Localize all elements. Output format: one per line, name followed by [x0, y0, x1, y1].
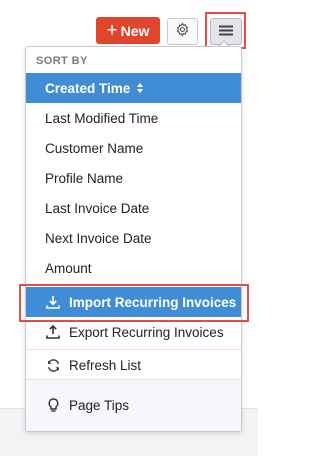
sort-option-customer-name[interactable]: Customer Name: [26, 133, 241, 163]
more-options-dropdown: SORT BY Created Time Last Modified Time …: [25, 46, 242, 432]
sort-option-label: Created Time: [45, 80, 131, 96]
sort-arrows-icon: [137, 83, 144, 93]
plus-icon: +: [106, 20, 118, 41]
import-recurring-invoices-item[interactable]: Import Recurring Invoices: [26, 287, 241, 317]
sort-option-label: Last Modified Time: [45, 110, 159, 126]
refresh-list-item[interactable]: Refresh List: [26, 350, 241, 380]
new-button-label: New: [120, 22, 150, 39]
sort-option-created-time[interactable]: Created Time: [26, 73, 241, 103]
sort-option-label: Amount: [45, 260, 92, 276]
refresh-icon: [45, 357, 61, 373]
sort-option-label: Profile Name: [45, 170, 124, 186]
sort-option-last-invoice-date[interactable]: Last Invoice Date: [26, 193, 241, 223]
export-icon: [45, 324, 61, 340]
sort-option-label: Last Invoice Date: [45, 200, 150, 216]
sort-option-profile-name[interactable]: Profile Name: [26, 163, 241, 193]
sort-option-label: Next Invoice Date: [45, 230, 152, 246]
page-tips-footer: Page Tips: [26, 379, 241, 431]
import-label: Import Recurring Invoices: [69, 294, 237, 310]
hamburger-menu-icon: [219, 23, 233, 41]
page: + New SORT BY Created Time Last Modified…: [0, 0, 258, 456]
refresh-label: Refresh List: [69, 357, 142, 373]
sort-option-amount[interactable]: Amount: [26, 253, 241, 283]
sort-option-label: Customer Name: [45, 140, 144, 156]
sort-option-next-invoice-date[interactable]: Next Invoice Date: [26, 223, 241, 253]
sort-by-heading: SORT BY: [36, 55, 88, 67]
sort-option-last-modified-time[interactable]: Last Modified Time: [26, 103, 241, 133]
export-label: Export Recurring Invoices: [69, 324, 224, 340]
new-button[interactable]: + New: [96, 17, 160, 44]
export-recurring-invoices-item[interactable]: Export Recurring Invoices: [26, 317, 241, 347]
page-tips-item[interactable]: Page Tips: [26, 390, 241, 420]
gear-icon: [175, 21, 190, 42]
settings-button[interactable]: [167, 18, 198, 45]
lightbulb-icon: [45, 397, 61, 413]
import-icon: [45, 294, 61, 310]
page-tips-label: Page Tips: [69, 397, 130, 413]
